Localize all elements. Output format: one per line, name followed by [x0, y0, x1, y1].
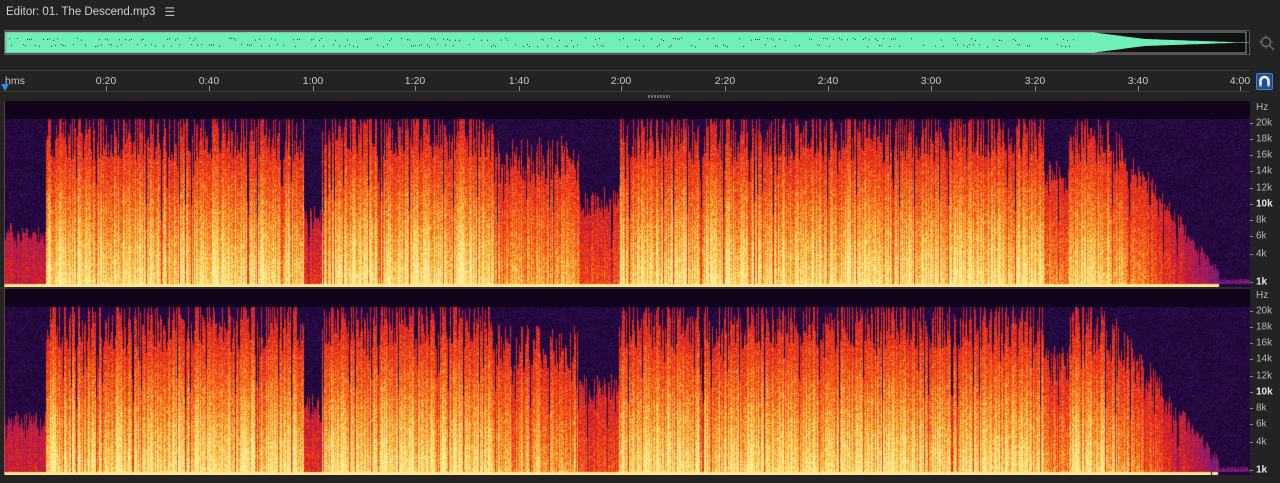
frequency-label: 4k	[1256, 249, 1267, 260]
frequency-tick	[1250, 139, 1253, 140]
frequency-tick	[1250, 220, 1253, 221]
spectrogram-bottom	[4, 289, 1250, 475]
overview-waveform	[5, 31, 1249, 54]
time-tick-mark	[209, 86, 210, 91]
frequency-label: 6k	[1256, 231, 1267, 242]
frequency-tick	[1250, 343, 1253, 344]
time-tick-mark	[519, 86, 520, 91]
frequency-tick	[1250, 470, 1253, 471]
time-tick-mark	[931, 86, 932, 91]
frequency-label: 10k	[1256, 387, 1273, 398]
frequency-label: 1k	[1256, 277, 1267, 288]
snap-button[interactable]	[1256, 73, 1273, 90]
frequency-tick	[1250, 424, 1253, 425]
frequency-label: 20k	[1256, 118, 1272, 129]
frequency-label: 14k	[1256, 166, 1272, 177]
frequency-tick	[1250, 392, 1253, 393]
magnet-icon	[1257, 74, 1272, 89]
frequency-label: 6k	[1256, 419, 1267, 430]
frequency-tick	[1250, 236, 1253, 237]
frequency-tick	[1250, 327, 1253, 328]
frequency-label: 4k	[1256, 437, 1267, 448]
frequency-label: 12k	[1256, 183, 1272, 194]
time-tick-mark	[106, 86, 107, 91]
playhead-marker[interactable]	[1, 84, 9, 91]
frequency-tick	[1250, 171, 1253, 172]
frequency-label: 20k	[1256, 306, 1272, 317]
frequency-tick	[1250, 282, 1253, 283]
frequency-tick	[1250, 376, 1253, 377]
playhead-line	[4, 101, 5, 475]
frequency-label: 12k	[1256, 371, 1272, 382]
time-ruler[interactable]: hms 0:20 0:40 1:00 1:20 1:40 2:00 2:20 2:40 3:00…	[0, 70, 1250, 92]
frequency-tick	[1250, 311, 1253, 312]
frequency-tick	[1250, 188, 1253, 189]
frequency-tick	[1250, 442, 1253, 443]
frequency-label: 18k	[1256, 322, 1272, 333]
frequency-label: 16k	[1256, 150, 1272, 161]
spectrogram-top	[4, 101, 1250, 287]
time-tick-mark	[1240, 86, 1241, 91]
frequency-axis-bottom: Hz 20k 18k 16k 14k 12k 10k 8k 6k 4k 1k	[1250, 289, 1280, 475]
time-tick-mark	[725, 86, 726, 91]
panel-resize-handle[interactable]	[648, 95, 670, 98]
frequency-label: 14k	[1256, 354, 1272, 365]
zoom-navigator-icon[interactable]	[1258, 34, 1276, 52]
time-tick-mark	[1035, 86, 1036, 91]
time-tick-mark	[828, 86, 829, 91]
frequency-label: 8k	[1256, 215, 1267, 226]
frequency-label: 10k	[1256, 199, 1273, 210]
spectrogram-channel-bottom[interactable]	[4, 289, 1250, 475]
editor-title: Editor: 01. The Descend.mp3	[6, 6, 155, 18]
frequency-tick	[1250, 408, 1253, 409]
frequency-tick	[1250, 123, 1253, 124]
time-tick-mark	[621, 86, 622, 91]
frequency-unit-label: Hz	[1256, 102, 1268, 113]
frequency-label: 8k	[1256, 403, 1267, 414]
frequency-label: 1k	[1256, 465, 1267, 476]
time-tick-mark	[1138, 86, 1139, 91]
frequency-tick	[1250, 204, 1253, 205]
frequency-label: 18k	[1256, 134, 1272, 145]
editor-title-bar: Editor: 01. The Descend.mp3 ☰	[0, 0, 1280, 24]
frequency-tick	[1250, 155, 1253, 156]
overview-waveform-shape	[5, 32, 1249, 53]
frequency-tick	[1250, 254, 1253, 255]
frequency-label: 16k	[1256, 338, 1272, 349]
frequency-axis-top: Hz 20k 18k 16k 14k 12k 10k 8k 6k 4k 1k	[1250, 101, 1280, 287]
spectrogram-channel-top[interactable]	[4, 101, 1250, 287]
hamburger-menu-icon[interactable]: ☰	[164, 5, 175, 19]
time-tick-mark	[415, 86, 416, 91]
time-tick-mark	[313, 86, 314, 91]
frequency-unit-label: Hz	[1256, 290, 1268, 301]
waveform-overview[interactable]	[4, 30, 1250, 55]
frequency-tick	[1250, 359, 1253, 360]
